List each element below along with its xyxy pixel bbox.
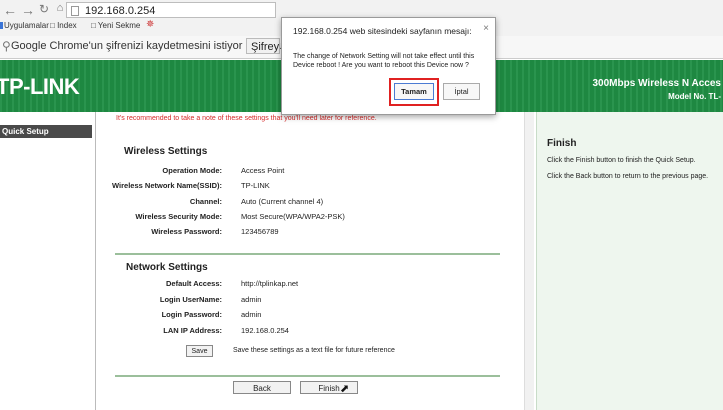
product-model: Model No. TL- bbox=[668, 92, 721, 101]
field-value: http://tplinkap.net bbox=[241, 279, 299, 288]
content-scrollbar[interactable] bbox=[524, 112, 534, 410]
field-label: Login Password: bbox=[161, 310, 222, 319]
bookmark-new-tab[interactable]: □ Yeni Sekme bbox=[91, 21, 140, 30]
quick-setup-finish-page: It's recommended to take a note of these… bbox=[96, 112, 524, 410]
wireless-settings-title: Wireless Settings bbox=[124, 146, 208, 157]
field-value: 192.168.0.254 bbox=[241, 326, 289, 335]
field-value: 123456789 bbox=[241, 227, 279, 236]
left-menu: Quick Setup bbox=[0, 112, 95, 410]
dialog-title: 192.168.0.254 web sitesindeki sayfanın m… bbox=[293, 26, 472, 36]
field-value: TP-LINK bbox=[241, 181, 270, 190]
save-settings-note: Save these settings as a text file for f… bbox=[233, 347, 395, 354]
field-label: LAN IP Address: bbox=[163, 326, 222, 335]
field-value: admin bbox=[241, 310, 262, 319]
product-title: 300Mbps Wireless N Acces bbox=[592, 78, 722, 89]
field-label: Default Access: bbox=[166, 279, 222, 288]
section-divider bbox=[115, 375, 500, 377]
address-text: 192.168.0.254 bbox=[85, 5, 156, 17]
forward-arrow-icon[interactable]: → bbox=[20, 2, 36, 18]
dialog-message: The change of Network Setting will not t… bbox=[293, 53, 475, 69]
field-label: Wireless Password: bbox=[151, 227, 222, 236]
field-value: admin bbox=[241, 295, 262, 304]
save-settings-button[interactable]: Save bbox=[186, 345, 213, 357]
tp-link-logo: TP-LINK bbox=[0, 74, 80, 99]
close-icon[interactable]: × bbox=[483, 23, 489, 34]
bookmark-new-tab-label: Yeni Sekme bbox=[97, 21, 141, 30]
address-bar[interactable]: 192.168.0.254 bbox=[66, 2, 276, 18]
reference-warning: It's recommended to take a note of these… bbox=[116, 115, 377, 122]
page-icon bbox=[71, 6, 79, 16]
ok-button[interactable]: Tamam bbox=[394, 83, 434, 100]
field-label: Wireless Network Name(SSID): bbox=[112, 181, 222, 190]
apps-grid-icon bbox=[0, 22, 3, 29]
field-label: Login UserName: bbox=[159, 295, 222, 304]
bookmark-apps[interactable]: Uygulamalar bbox=[4, 21, 49, 30]
field-value: Most Secure(WPA/WPA2-PSK) bbox=[241, 212, 345, 221]
field-value: Access Point bbox=[241, 166, 285, 175]
bookmark-star-icon[interactable]: ✵ bbox=[146, 19, 154, 30]
back-button[interactable]: Back bbox=[233, 381, 291, 394]
help-title: Finish bbox=[547, 138, 577, 149]
bookmark-page-icon: □ bbox=[50, 21, 55, 30]
cancel-button[interactable]: İptal bbox=[443, 83, 480, 100]
help-finish-text: Click the Finish button to finish the Qu… bbox=[547, 157, 696, 164]
bookmark-page-icon: □ bbox=[91, 21, 96, 30]
network-settings-title: Network Settings bbox=[126, 262, 208, 273]
save-password-button[interactable]: Şifreyi kaydet bbox=[246, 38, 280, 54]
finish-button[interactable]: Finish bbox=[300, 381, 358, 394]
field-label: Channel: bbox=[189, 197, 222, 206]
help-panel: Finish Click the Finish button to finish… bbox=[536, 112, 723, 410]
mouse-cursor-icon: ⬈ bbox=[340, 383, 350, 395]
section-divider bbox=[115, 253, 500, 255]
reboot-confirm-dialog: 192.168.0.254 web sitesindeki sayfanın m… bbox=[281, 17, 496, 115]
bookmark-index-label: Index bbox=[57, 21, 77, 30]
field-label: Wireless Security Mode: bbox=[135, 212, 222, 221]
menu-item-quick-setup[interactable]: Quick Setup bbox=[0, 125, 92, 138]
help-back-text: Click the Back button to return to the p… bbox=[547, 173, 709, 180]
bookmark-index[interactable]: □ Index bbox=[50, 21, 77, 30]
field-value: Auto (Current channel 4) bbox=[241, 197, 324, 206]
key-icon: ⚲ bbox=[2, 39, 11, 53]
back-arrow-icon[interactable]: ← bbox=[2, 2, 18, 18]
field-label: Operation Mode: bbox=[162, 166, 222, 175]
reload-icon[interactable]: ↻ bbox=[36, 2, 52, 16]
